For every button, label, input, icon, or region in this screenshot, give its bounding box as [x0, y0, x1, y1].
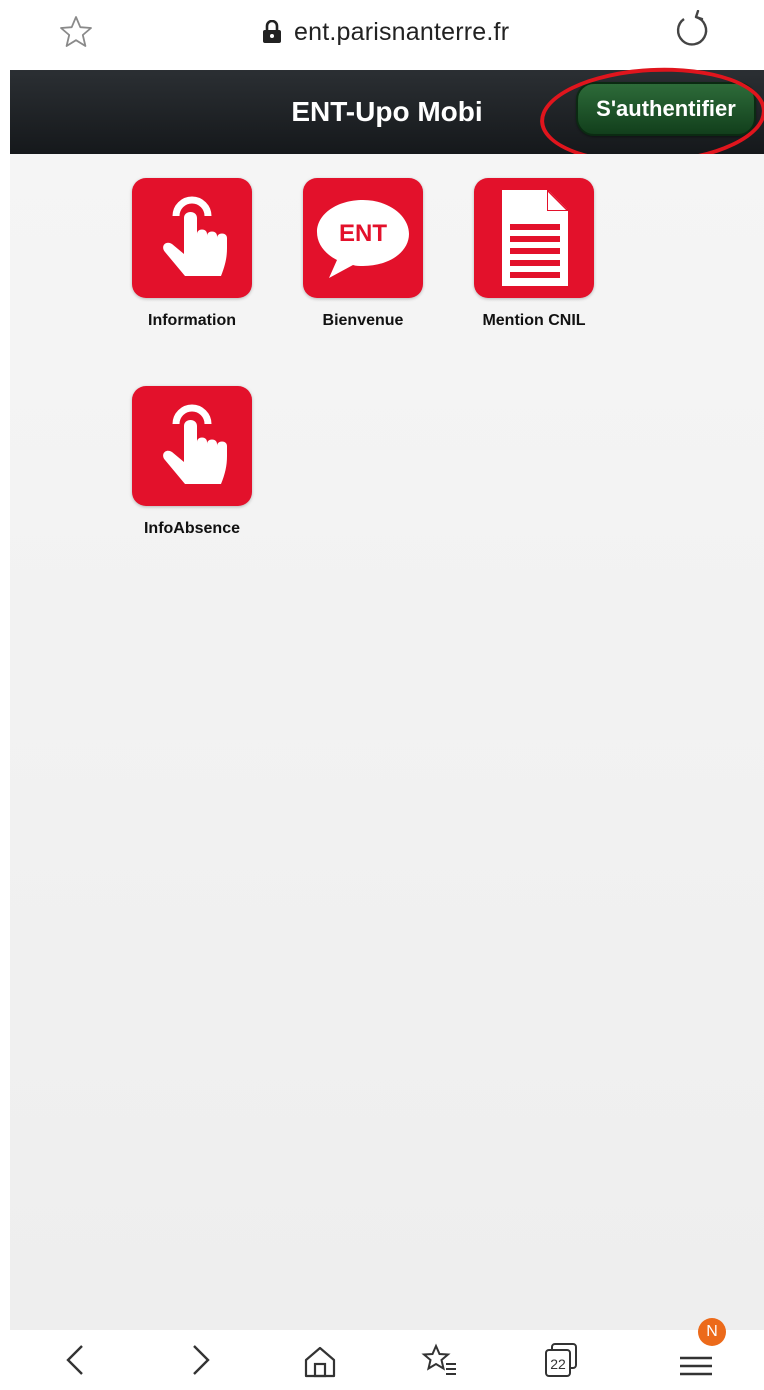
tabs-icon[interactable]: 22: [542, 1340, 582, 1380]
tile-label: Bienvenue: [322, 312, 404, 329]
touch-hand-icon: [132, 178, 252, 298]
sign-in-button[interactable]: S'authentifier: [576, 82, 756, 136]
reload-icon[interactable]: [672, 10, 712, 50]
app-grid: Information ENT Bienvenue Mention CNIL I…: [10, 154, 764, 1330]
tile-bienvenue[interactable]: ENT Bienvenue: [293, 178, 433, 330]
tile-information[interactable]: Information: [122, 178, 262, 330]
back-icon[interactable]: [56, 1340, 96, 1380]
tile-mention-cnil[interactable]: Mention CNIL: [464, 178, 604, 330]
bookmarks-icon[interactable]: [420, 1340, 460, 1380]
tile-label: Mention CNIL: [482, 312, 586, 329]
forward-icon[interactable]: [180, 1340, 220, 1380]
url-text: ent.parisnanterre.fr: [294, 17, 510, 46]
bookmark-star-icon[interactable]: [58, 14, 94, 50]
home-icon[interactable]: [300, 1340, 340, 1380]
browser-top-bar: ent.parisnanterre.fr: [0, 0, 764, 70]
touch-hand-icon: [132, 386, 252, 506]
menu-icon[interactable]: [676, 1340, 716, 1380]
tile-label: InfoAbsence: [143, 520, 240, 537]
document-icon: [474, 178, 594, 298]
tile-label: Information: [148, 312, 236, 329]
ent-badge-text: ENT: [339, 220, 387, 247]
address-bar[interactable]: ent.parisnanterre.fr: [262, 14, 509, 50]
lock-icon: [263, 20, 281, 43]
menu-notification-badge: N: [698, 1318, 726, 1346]
browser-bottom-bar: 22: [0, 1330, 764, 1390]
tab-count: 22: [550, 1356, 566, 1372]
tile-infoabsence[interactable]: InfoAbsence: [122, 386, 262, 538]
app-header: ENT-Upo Mobi S'authentifier: [10, 70, 764, 154]
ent-speech-bubble-icon: ENT: [303, 178, 423, 298]
